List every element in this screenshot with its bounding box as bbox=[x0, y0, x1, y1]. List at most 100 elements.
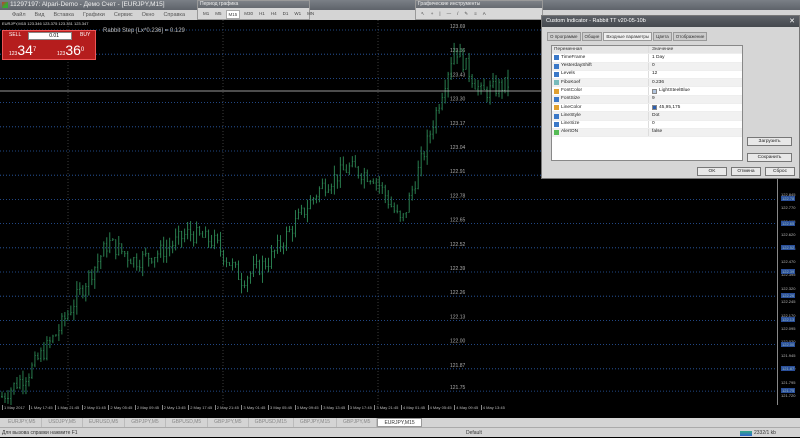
menu-item[interactable]: Окно bbox=[142, 10, 155, 20]
reset-button[interactable]: Сброс bbox=[765, 167, 795, 176]
dialog-tab[interactable]: Цвета bbox=[653, 32, 672, 41]
rabbit-level-label: 122.26 bbox=[450, 290, 466, 296]
time-axis-label: 2 May 21:45 bbox=[214, 405, 239, 410]
drawing-tool-button[interactable]: ≡ bbox=[472, 10, 479, 18]
param-value[interactable]: 0 bbox=[652, 120, 655, 128]
param-type-icon bbox=[554, 121, 559, 127]
param-value[interactable]: 0 bbox=[652, 62, 655, 70]
menu-item[interactable]: Вставка bbox=[53, 10, 73, 20]
param-value[interactable]: 0.236 bbox=[652, 79, 664, 87]
time-axis-label: 3 May 13:45 bbox=[321, 405, 346, 410]
param-value-cell[interactable]: LightSteelBlue bbox=[649, 87, 690, 94]
param-row[interactable]: YesterdayShift 0 bbox=[552, 62, 742, 71]
chart-tab[interactable]: GBPJPY,M5 bbox=[337, 418, 378, 427]
param-value[interactable]: Dot bbox=[652, 112, 659, 120]
one-click-trading-panel: SELL - 0.01 BUY 123347 123360 bbox=[2, 30, 96, 60]
save-button[interactable]: Сохранить bbox=[747, 153, 792, 162]
menu-item[interactable]: Сервис bbox=[114, 10, 133, 20]
dialog-tab[interactable]: Отображение bbox=[672, 32, 708, 41]
buy-price[interactable]: 123360 bbox=[57, 41, 84, 63]
time-axis-label: 1 May 17:45 bbox=[28, 405, 53, 410]
drawing-tool-button[interactable]: | bbox=[437, 10, 442, 18]
param-row[interactable]: AlertON false bbox=[552, 128, 742, 138]
period-button-m30[interactable]: M30 bbox=[242, 10, 255, 19]
level-price-marker: 122.78 bbox=[781, 196, 796, 202]
period-button-m1[interactable]: M1 bbox=[201, 10, 211, 19]
time-axis-label: 1 May 2017 bbox=[2, 405, 25, 410]
menu-item[interactable]: Справка bbox=[163, 10, 185, 20]
chart-tab[interactable]: EURJPY,M5 bbox=[2, 418, 43, 427]
menu-item[interactable]: Файл bbox=[12, 10, 26, 20]
dialog-tab[interactable]: Входные параметры bbox=[603, 32, 653, 41]
menu-item[interactable]: Вид bbox=[35, 10, 45, 20]
chart-tab[interactable]: EURJPY,M15 bbox=[377, 418, 422, 427]
param-value-cell[interactable]: 9 bbox=[649, 96, 655, 103]
ok-button[interactable]: OK bbox=[697, 167, 727, 176]
param-value[interactable]: 9 bbox=[652, 95, 655, 103]
param-value-cell[interactable]: Dot bbox=[649, 112, 659, 119]
param-value-cell[interactable]: 0.236 bbox=[649, 79, 664, 86]
drawing-tool-button[interactable]: A bbox=[481, 10, 488, 18]
param-row[interactable]: FontColor LightSteelBlue bbox=[552, 87, 742, 96]
param-value[interactable]: false bbox=[652, 128, 662, 136]
rabbit-level-label: 123.69 bbox=[450, 24, 466, 30]
param-value[interactable]: 12 bbox=[652, 70, 657, 78]
drawing-tool-button[interactable]: — bbox=[445, 10, 454, 18]
param-value-cell[interactable]: 0 bbox=[649, 121, 655, 128]
chart-tab[interactable]: GBPJPY,M15 bbox=[294, 418, 338, 427]
rabbit-level-label: 122.52 bbox=[450, 242, 466, 248]
chart-tab[interactable]: GBPJPY,M5 bbox=[208, 418, 249, 427]
sell-price[interactable]: 123347 bbox=[9, 41, 36, 63]
param-value-cell[interactable]: 1 Day bbox=[649, 54, 665, 61]
price-axis-label: 122.470 bbox=[781, 259, 796, 264]
dialog-tab[interactable]: О программе bbox=[547, 32, 581, 41]
price-axis-label: 122.770 bbox=[781, 205, 796, 211]
drawing-tool-button[interactable]: ↖ bbox=[419, 10, 427, 18]
buy-button[interactable]: BUY bbox=[80, 32, 90, 38]
chart-tab[interactable]: GBPUSD,M5 bbox=[166, 418, 209, 427]
sell-price-main: 34 bbox=[17, 42, 33, 58]
param-name-cell: Levels bbox=[552, 70, 649, 79]
param-value[interactable]: 45,95,175 bbox=[659, 104, 680, 112]
rabbit-level-label: 122.39 bbox=[450, 266, 466, 272]
period-button-d1[interactable]: D1 bbox=[281, 10, 291, 19]
period-button-w1[interactable]: W1 bbox=[292, 10, 303, 19]
chart-header: EURJPY,M15 123.346 123.375 123.331 123.3… bbox=[2, 21, 89, 26]
drawing-tools-title: Графические инструменты bbox=[416, 1, 542, 8]
close-icon[interactable]: ✕ bbox=[789, 16, 795, 27]
param-value-cell[interactable]: false bbox=[649, 129, 662, 136]
param-row[interactable]: LineStyle Dot bbox=[552, 112, 742, 121]
custom-indicator-dialog: Custom Indicator - Rabbit TT v20-05-10b ✕… bbox=[541, 15, 800, 179]
period-button-mn[interactable]: MN bbox=[305, 10, 316, 19]
param-row[interactable]: Levels 12 bbox=[552, 70, 742, 80]
rabbit-level-label: 123.30 bbox=[450, 97, 466, 103]
time-axis-label: 2 May 13:45 bbox=[161, 405, 186, 410]
drawing-tool-button[interactable]: / bbox=[455, 10, 460, 18]
chart-tab[interactable]: GBPUSD,M15 bbox=[249, 418, 294, 427]
dialog-tab[interactable]: Общие bbox=[581, 32, 603, 41]
param-value-cell[interactable]: 45,95,175 bbox=[649, 104, 680, 111]
drawing-tool-button[interactable]: + bbox=[429, 10, 436, 18]
cancel-button[interactable]: Отмена bbox=[731, 167, 761, 176]
chart-tab[interactable]: EURUSD,M5 bbox=[83, 418, 126, 427]
drawing-tool-button[interactable]: ✎ bbox=[462, 10, 470, 18]
time-axis-label: 3 May 17:45 bbox=[347, 405, 372, 410]
param-value[interactable]: 1 Day bbox=[652, 54, 665, 62]
param-name-cell: FontColor bbox=[552, 87, 649, 95]
param-value[interactable]: LightSteelBlue bbox=[659, 87, 690, 95]
sell-button[interactable]: SELL bbox=[9, 32, 21, 38]
period-button-m5[interactable]: M5 bbox=[213, 10, 223, 19]
param-row[interactable]: LineSize 0 bbox=[552, 120, 742, 129]
buy-price-main: 36 bbox=[65, 42, 81, 58]
chart-tab[interactable]: GBPJPY,M5 bbox=[125, 418, 166, 427]
period-button-m15[interactable]: M15 bbox=[225, 10, 241, 19]
chart-tab[interactable]: USDJPY,M5 bbox=[42, 418, 83, 427]
menu-item[interactable]: Графики bbox=[83, 10, 105, 20]
price-axis-label: 121.795 bbox=[781, 379, 796, 385]
lot-input[interactable]: 0.01 bbox=[28, 32, 72, 40]
period-button-h1[interactable]: H1 bbox=[257, 10, 267, 19]
period-button-h4[interactable]: H4 bbox=[269, 10, 279, 19]
param-value-cell[interactable]: 12 bbox=[649, 71, 657, 78]
param-value-cell[interactable]: 0 bbox=[649, 63, 655, 70]
load-button[interactable]: Загрузить bbox=[747, 137, 792, 146]
